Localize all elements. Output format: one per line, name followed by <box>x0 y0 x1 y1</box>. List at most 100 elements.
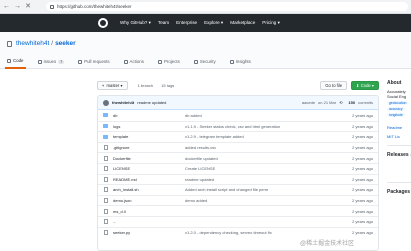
tab-security[interactable]: Security <box>192 54 218 69</box>
branches-link[interactable]: 1 branch <box>138 83 154 88</box>
file-commit-message-link[interactable]: Create LICENSE <box>185 166 347 171</box>
file-age: 2 years ago <box>352 123 373 129</box>
repo-separator: / <box>51 40 54 47</box>
address-bar[interactable]: https://github.com/thewhiteh4t/seeker <box>46 2 408 11</box>
file-name-link[interactable]: db <box>113 113 185 118</box>
tab-insights[interactable]: Insights <box>228 54 253 69</box>
file-commit-message-link[interactable]: readme updated <box>185 177 347 182</box>
back-icon[interactable]: ← <box>3 0 10 14</box>
branch-select-button[interactable]: ⑂ master ▾ <box>97 81 128 90</box>
history-icon: ⟲ <box>339 100 343 105</box>
file-name-link[interactable]: Dockerfile <box>113 156 185 161</box>
file-commit-message-link[interactable]: v1.2.9 - telegram template added <box>185 134 347 139</box>
commit-message-link[interactable]: readme updated <box>137 100 166 105</box>
file-name-link[interactable]: README.md <box>113 177 185 182</box>
commit-author-link[interactable]: thewhiteh4t <box>112 100 134 105</box>
file-name-link[interactable]: .gitignore <box>113 145 185 150</box>
file-name-link[interactable]: ... <box>113 219 185 224</box>
file-commit-message-link[interactable]: demo added <box>185 198 347 203</box>
file-name-link[interactable]: template <box>113 134 185 139</box>
tab-pull-requests[interactable]: Pull requests <box>76 54 111 69</box>
forward-icon[interactable]: → <box>14 0 21 14</box>
file-name-link[interactable]: ms_d.il <box>113 209 185 214</box>
file-icon <box>103 176 108 182</box>
github-header: Why GitHub? ▾ Team Enterprise Explore ▾ … <box>0 14 411 32</box>
shield-icon <box>193 59 198 64</box>
file-name-link[interactable]: arch_install.sh <box>113 187 185 192</box>
nav-why-github[interactable]: Why GitHub? ▾ <box>120 20 151 26</box>
file-age: 2 years ago <box>352 112 373 118</box>
tab-code[interactable]: Code <box>5 54 26 69</box>
file-commit-message-link[interactable]: Added arch install script and changed fi… <box>185 187 347 192</box>
graph-icon <box>229 59 234 64</box>
repo-header: thewhiteh4t / seeker Code Issues 7 Pull … <box>0 32 411 69</box>
repo-owner-link[interactable]: thewhiteh4t <box>16 40 49 47</box>
commit-count[interactable]: 150 <box>348 100 355 105</box>
file-row[interactable]: LICENSE Create LICENSE 2 years ago <box>98 162 378 174</box>
file-row[interactable]: ms_d.il 2 years ago <box>98 205 378 216</box>
file-row[interactable]: arch_install.sh Added arch install script… <box>98 184 378 195</box>
file-icon <box>103 155 108 161</box>
file-name-link[interactable]: seeker.py <box>113 230 185 235</box>
file-row[interactable]: Dockerfile dockerfile updated 2 years ago <box>98 152 378 163</box>
file-commit-message-link[interactable]: added results.csv <box>185 145 347 150</box>
play-icon <box>123 59 128 64</box>
file-row[interactable]: ... 2 years ago <box>98 215 378 227</box>
file-age: 2 years ago <box>352 229 373 235</box>
commit-date: on 21 Mar <box>318 100 337 105</box>
tab-label: Issues <box>43 59 57 64</box>
file-commit-message-link[interactable]: db added <box>185 113 347 118</box>
tab-projects[interactable]: Projects <box>156 54 182 69</box>
file-age: 2 years ago <box>352 198 373 204</box>
tab-label: Code <box>13 58 24 63</box>
nav-explore[interactable]: Explore ▾ <box>204 20 223 26</box>
file-age: 2 years ago <box>352 219 373 225</box>
file-row[interactable]: template v1.2.9 - telegram template added… <box>98 131 378 142</box>
file-icon <box>103 166 108 172</box>
repo-sidebar: About Accurately Social Eng geolocation … <box>387 80 411 251</box>
file-name-link[interactable]: LICENSE <box>113 166 185 171</box>
file-list: thewhiteh4t readme updated aacede on 21 … <box>97 95 379 251</box>
repo-title: thewhiteh4t / seeker <box>7 40 76 47</box>
commit-hash-link[interactable]: aacede <box>302 100 315 105</box>
go-to-file-button[interactable]: Go to file <box>320 81 348 90</box>
nav-marketplace[interactable]: Marketplace <box>230 20 255 26</box>
nav-enterprise[interactable]: Enterprise <box>176 20 197 26</box>
file-age: 2 years ago <box>352 145 373 151</box>
readme-link[interactable]: Readme <box>387 125 411 130</box>
divider <box>387 145 411 146</box>
branch-label: master ▾ <box>106 83 123 88</box>
nav-pricing[interactable]: Pricing ▾ <box>262 20 280 26</box>
nav-team[interactable]: Team <box>158 20 169 26</box>
file-row[interactable]: README.md readme updated 2 years ago <box>98 173 378 185</box>
tab-actions[interactable]: Actions <box>122 54 146 69</box>
github-logo-icon[interactable] <box>98 18 108 28</box>
file-icon <box>103 219 108 225</box>
file-name-link[interactable]: logs <box>113 124 185 129</box>
topic-tag[interactable]: longitude <box>387 113 405 117</box>
file-row[interactable]: .gitignore added results.csv 2 years ago <box>98 141 378 153</box>
stop-icon[interactable]: ✕ <box>25 0 31 14</box>
branch-meta: 1 branch 15 tags <box>138 83 175 88</box>
file-commit-message-link[interactable]: v1.2.0 - dependency checking, serveo tim… <box>185 230 347 235</box>
file-row[interactable]: logs v1.1.9 - Seeker status check, csv an… <box>98 120 378 132</box>
file-age: 2 years ago <box>352 208 373 214</box>
file-icon <box>103 229 108 235</box>
pull-request-icon <box>78 59 83 64</box>
file-commit-message-link[interactable]: v1.1.9 - Seeker status check, csv and ht… <box>185 124 347 129</box>
file-row[interactable]: demo.json demo added 2 years ago <box>98 194 378 206</box>
header-nav: Why GitHub? ▾ Team Enterprise Explore ▾ … <box>120 20 280 26</box>
project-icon <box>157 59 162 64</box>
repo-name-link[interactable]: seeker <box>55 40 76 47</box>
code-download-button[interactable]: ⬇ Code ▾ <box>351 81 379 90</box>
file-row[interactable]: seeker.py v1.2.0 - dependency checking, s… <box>98 226 378 238</box>
file-row[interactable]: db db added 2 years ago <box>98 110 378 121</box>
file-name-link[interactable]: demo.json <box>113 198 185 203</box>
license-link[interactable]: MIT Lic <box>387 134 411 139</box>
folder-icon <box>103 134 108 139</box>
file-commit-message-link[interactable]: dockerfile updated <box>185 156 347 161</box>
avatar[interactable] <box>103 99 109 106</box>
tab-issues[interactable]: Issues 7 <box>36 54 67 69</box>
tags-link[interactable]: 15 tags <box>161 83 174 88</box>
latest-commit-bar: thewhiteh4t readme updated aacede on 21 … <box>98 96 378 110</box>
